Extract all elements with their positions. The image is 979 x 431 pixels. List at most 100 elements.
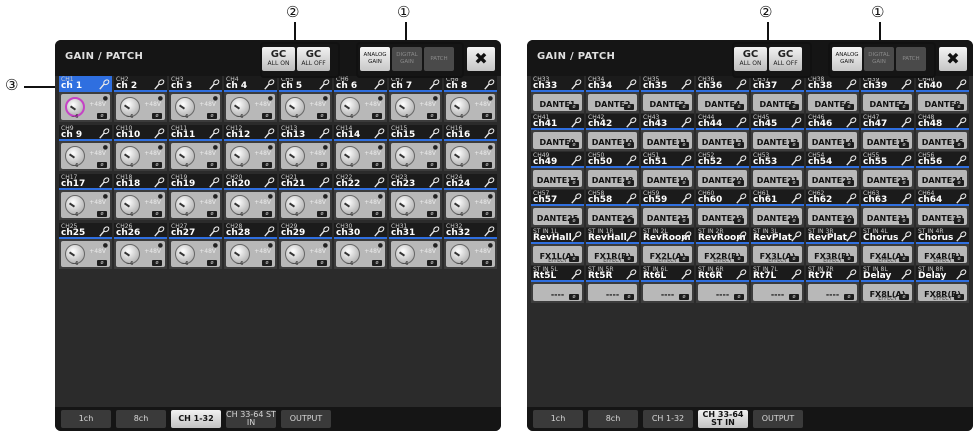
phase-button[interactable]: ø xyxy=(954,218,964,224)
patch-select-area[interactable]: ---- ø xyxy=(698,284,747,301)
channel-header[interactable]: CH27 ch27 xyxy=(169,223,222,238)
patch-select-area[interactable]: DANTE16 ø xyxy=(918,132,967,149)
phase-button[interactable]: ø xyxy=(899,180,909,186)
channel-header[interactable]: CH58 ch58 xyxy=(586,190,639,205)
channel-cell[interactable]: CH4 ch 4 ● +48V −6 ø xyxy=(224,76,277,122)
channel-header[interactable]: CH3 ch 3 xyxy=(169,76,222,91)
channel-cell[interactable]: CH62 ch62 DANTE30 ø xyxy=(806,190,859,227)
phase-button[interactable]: ø xyxy=(954,256,964,262)
channel-cell[interactable]: CH10 ch10 ● +48V −6 ø xyxy=(114,125,167,171)
channel-cell[interactable]: CH46 ch46 DANTE14 ø xyxy=(806,114,859,151)
phase-button[interactable]: ø xyxy=(734,104,744,110)
channel-cell[interactable]: CH27 ch27 ● +48V −6 ø xyxy=(169,223,222,269)
channel-header[interactable]: CH35 ch35 xyxy=(641,76,694,91)
patch-select-area[interactable]: DANTE13 ø xyxy=(753,132,802,149)
channel-header[interactable]: CH15 ch15 xyxy=(389,125,442,140)
channel-cell[interactable]: CH29 ch29 ● +48V −6 ø xyxy=(279,223,332,269)
phase-button[interactable]: ø xyxy=(679,142,689,148)
phase-button[interactable]: ø xyxy=(317,113,327,119)
channel-header[interactable]: ST IN 8R Delay xyxy=(916,266,969,281)
patch-select-area[interactable]: DANTE22 ø xyxy=(808,170,857,187)
channel-cell[interactable]: CH49 ch49 DANTE17 ø xyxy=(531,152,584,189)
channel-cell[interactable]: CH53 ch53 DANTE21 ø xyxy=(751,152,804,189)
channel-cell[interactable]: CH7 ch 7 ● +48V −6 ø xyxy=(389,76,442,122)
patch-select-area[interactable]: FX2R(B) EFFECT ø xyxy=(698,246,747,264)
patch-select-area[interactable]: FX3R(B) EFFECT ø xyxy=(808,246,857,264)
phase-button[interactable]: ø xyxy=(372,162,382,168)
patch-select-area[interactable]: DANTE1 ø xyxy=(533,94,582,111)
patch-select-area[interactable]: ---- ø xyxy=(588,284,637,301)
channel-cell[interactable]: CH54 ch54 DANTE22 ø xyxy=(806,152,859,189)
phase-button[interactable]: ø xyxy=(899,104,909,110)
patch-select-area[interactable]: FX8R(B) EFFECT ø xyxy=(918,284,967,302)
phase-button[interactable]: ø xyxy=(899,294,909,300)
channel-cell[interactable]: CH21 ch21 ● +48V −6 ø xyxy=(279,174,332,220)
channel-cell[interactable]: ST IN 4L Chorus FX4L(A) EFFECT ø xyxy=(861,228,914,265)
channel-cell[interactable]: CH8 ch 8 ● +48V −6 ø xyxy=(444,76,497,122)
channel-cell[interactable]: ST IN 5L Rt5L ---- ø xyxy=(531,266,584,303)
phase-button[interactable]: ø xyxy=(624,104,634,110)
phase-button[interactable]: ø xyxy=(844,104,854,110)
patch-select-area[interactable]: DANTE2 ø xyxy=(588,94,637,111)
channel-cell[interactable]: CH59 ch59 DANTE27 ø xyxy=(641,190,694,227)
patch-select-area[interactable]: FX4R(B) EFFECT ø xyxy=(918,246,967,264)
channel-cell[interactable]: CH11 ch11 ● +48V −6 ø xyxy=(169,125,222,171)
channel-header[interactable]: CH51 ch51 xyxy=(641,152,694,167)
channel-cell[interactable]: CH45 ch45 DANTE13 ø xyxy=(751,114,804,151)
channel-cell[interactable]: CH1 ch 1 ● +48V −6 ø xyxy=(59,76,112,122)
patch-select-area[interactable]: DANTE24 ø xyxy=(918,170,967,187)
channel-header[interactable]: ST IN 8L Delay xyxy=(861,266,914,281)
channel-cell[interactable]: CH14 ch14 ● +48V −6 ø xyxy=(334,125,387,171)
close-button[interactable]: ✖ xyxy=(939,47,967,71)
channel-header[interactable]: ST IN 7L Rt7L xyxy=(751,266,804,281)
channel-header[interactable]: ST IN 5R Rt5R xyxy=(586,266,639,281)
channel-cell[interactable]: ST IN 6L Rt6L ---- ø xyxy=(641,266,694,303)
channel-cell[interactable]: CH58 ch58 DANTE26 ø xyxy=(586,190,639,227)
phase-button[interactable]: ø xyxy=(317,162,327,168)
phase-button[interactable]: ø xyxy=(844,218,854,224)
channel-cell[interactable]: ST IN 8L Delay FX8L(A) EFFECT ø xyxy=(861,266,914,303)
patch-select-area[interactable]: DANTE11 ø xyxy=(643,132,692,149)
channel-header[interactable]: ST IN 4R Chorus xyxy=(916,228,969,243)
phase-button[interactable]: ø xyxy=(207,113,217,119)
phase-button[interactable]: ø xyxy=(152,211,162,217)
channel-header[interactable]: CH1 ch 1 xyxy=(59,76,112,91)
phase-button[interactable]: ø xyxy=(207,162,217,168)
channel-header[interactable]: ST IN 4L Chorus xyxy=(861,228,914,243)
channel-cell[interactable]: CH40 ch40 DANTE8 ø xyxy=(916,76,969,113)
phase-button[interactable]: ø xyxy=(789,142,799,148)
channel-header[interactable]: CH46 ch46 xyxy=(806,114,859,129)
phase-button[interactable]: ø xyxy=(789,104,799,110)
channel-header[interactable]: ST IN 6L Rt6L xyxy=(641,266,694,281)
phase-button[interactable]: ø xyxy=(844,180,854,186)
channel-cell[interactable]: CH47 ch47 DANTE15 ø xyxy=(861,114,914,151)
channel-header[interactable]: CH52 ch52 xyxy=(696,152,749,167)
phase-button[interactable]: ø xyxy=(679,180,689,186)
phase-button[interactable]: ø xyxy=(789,256,799,262)
patch-select-area[interactable]: DANTE5 ø xyxy=(753,94,802,111)
phase-button[interactable]: ø xyxy=(97,162,107,168)
phase-button[interactable]: ø xyxy=(569,180,579,186)
channel-header[interactable]: CH30 ch30 xyxy=(334,223,387,238)
channel-cell[interactable]: CH64 ch64 DANTE32 ø xyxy=(916,190,969,227)
channel-cell[interactable]: CH56 ch56 DANTE24 ø xyxy=(916,152,969,189)
patch-select-area[interactable]: DANTE3 ø xyxy=(643,94,692,111)
channel-header[interactable]: CH2 ch 2 xyxy=(114,76,167,91)
patch-select-area[interactable]: DANTE26 ø xyxy=(588,208,637,225)
phase-button[interactable]: ø xyxy=(207,260,217,266)
channel-cell[interactable]: CH42 ch42 DANTE10 ø xyxy=(586,114,639,151)
phase-button[interactable]: ø xyxy=(97,260,107,266)
channel-cell[interactable]: CH17 ch17 ● +48V −6 ø xyxy=(59,174,112,220)
channel-header[interactable]: CH38 ch38 xyxy=(806,76,859,91)
channel-header[interactable]: CH34 ch34 xyxy=(586,76,639,91)
phase-button[interactable]: ø xyxy=(789,294,799,300)
channel-cell[interactable]: CH52 ch52 DANTE20 ø xyxy=(696,152,749,189)
channel-header[interactable]: ST IN 5L Rt5L xyxy=(531,266,584,281)
channel-header[interactable]: CH63 ch63 xyxy=(861,190,914,205)
channel-cell[interactable]: ST IN 5R Rt5R ---- ø xyxy=(586,266,639,303)
patch-select-area[interactable]: DANTE23 ø xyxy=(863,170,912,187)
channel-cell[interactable]: CH33 ch33 DANTE1 ø xyxy=(531,76,584,113)
channel-header[interactable]: CH41 ch41 xyxy=(531,114,584,129)
patch-select-area[interactable]: DANTE27 ø xyxy=(643,208,692,225)
channel-header[interactable]: CH62 ch62 xyxy=(806,190,859,205)
